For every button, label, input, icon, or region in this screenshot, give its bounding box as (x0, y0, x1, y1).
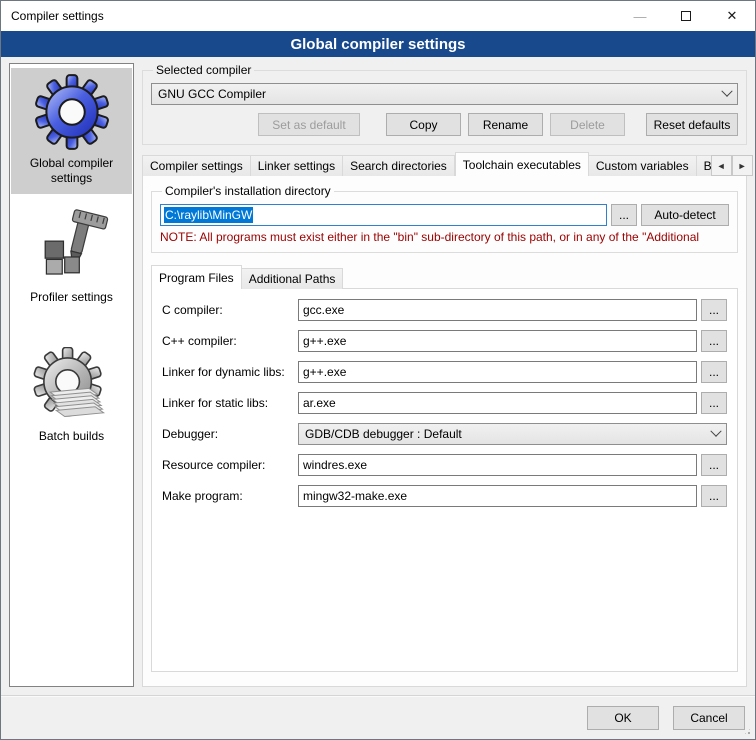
sidebar-item-profiler-settings[interactable]: Profiler settings (11, 202, 132, 313)
dialog-banner: Global compiler settings (1, 31, 755, 57)
cancel-button[interactable]: Cancel (673, 706, 745, 730)
tab-scroll-right-icon[interactable]: ► (732, 155, 753, 176)
tab-toolchain-executables[interactable]: Toolchain executables (455, 152, 589, 176)
selected-compiler-group-label: Selected compiler (153, 63, 254, 77)
installation-directory-input[interactable]: C:\raylib\MinGW (160, 204, 607, 226)
c-compiler-browse-button[interactable]: ... (701, 299, 727, 321)
compiler-settings-dialog: Compiler settings — ✕ Global compiler se… (0, 0, 756, 740)
resource-compiler-row: Resource compiler: ... (162, 454, 727, 476)
tab-scroll-buttons: ◄ ► (711, 155, 753, 176)
debugger-row: Debugger: GDB/CDB debugger : Default (162, 423, 727, 445)
selected-compiler-combobox[interactable]: GNU GCC Compiler (151, 83, 738, 105)
debugger-combobox[interactable]: GDB/CDB debugger : Default (298, 423, 727, 445)
set-as-default-button[interactable]: Set as default (258, 113, 360, 136)
blue-gear-icon (32, 72, 112, 152)
toolchain-executables-page: Compiler's installation directory C:\ray… (142, 175, 747, 687)
bin-subdirectory-note: NOTE: All programs must exist either in … (160, 230, 729, 244)
copy-button[interactable]: Copy (386, 113, 461, 136)
window-title: Compiler settings (1, 9, 617, 23)
tab-compiler-settings[interactable]: Compiler settings (142, 155, 251, 176)
caliper-icon (33, 206, 111, 286)
maximize-icon[interactable] (663, 1, 709, 31)
static-linker-row: Linker for static libs: ... (162, 392, 727, 414)
debugger-label: Debugger: (162, 427, 298, 441)
static-linker-browse-button[interactable]: ... (701, 392, 727, 414)
dialog-footer: OK Cancel (1, 697, 755, 739)
tab-build-options-clipped[interactable]: Builc (697, 155, 711, 176)
selected-compiler-value: GNU GCC Compiler (158, 87, 723, 101)
debugger-value: GDB/CDB debugger : Default (305, 427, 712, 441)
resource-compiler-label: Resource compiler: (162, 458, 298, 472)
sidebar-item-label: Global compiler settings (12, 156, 131, 186)
dynamic-linker-row: Linker for dynamic libs: ... (162, 361, 727, 383)
resource-compiler-browse-button[interactable]: ... (701, 454, 727, 476)
dynamic-linker-input[interactable] (298, 361, 697, 383)
titlebar: Compiler settings — ✕ (1, 1, 755, 31)
sidebar-item-batch-builds[interactable]: Batch builds (11, 343, 132, 452)
c-compiler-row: C compiler: ... (162, 299, 727, 321)
browse-directory-button[interactable]: ... (611, 204, 637, 226)
chevron-down-icon (710, 426, 721, 437)
resource-compiler-input[interactable] (298, 454, 697, 476)
cpp-compiler-browse-button[interactable]: ... (701, 330, 727, 352)
compiler-tabstrip: Compiler settings Linker settings Search… (142, 152, 747, 176)
minimize-icon[interactable]: — (617, 1, 663, 31)
cpp-compiler-input[interactable] (298, 330, 697, 352)
ok-button[interactable]: OK (587, 706, 659, 730)
auto-detect-button[interactable]: Auto-detect (641, 204, 729, 226)
rename-button[interactable]: Rename (468, 113, 543, 136)
c-compiler-input[interactable] (298, 299, 697, 321)
cpp-compiler-label: C++ compiler: (162, 334, 298, 348)
close-icon[interactable]: ✕ (709, 1, 755, 31)
cpp-compiler-row: C++ compiler: ... (162, 330, 727, 352)
sidebar-item-label: Profiler settings (12, 290, 131, 305)
gear-stack-icon (33, 347, 111, 425)
tab-linker-settings[interactable]: Linker settings (251, 155, 343, 176)
tab-custom-variables[interactable]: Custom variables (589, 155, 697, 176)
tab-program-files[interactable]: Program Files (151, 265, 242, 289)
delete-button[interactable]: Delete (550, 113, 625, 136)
make-program-input[interactable] (298, 485, 697, 507)
make-program-label: Make program: (162, 489, 298, 503)
make-program-browse-button[interactable]: ... (701, 485, 727, 507)
program-files-page: C compiler: ... C++ compiler: ... Linker (151, 288, 738, 672)
tab-additional-paths[interactable]: Additional Paths (242, 268, 344, 289)
window-controls: — ✕ (617, 1, 755, 31)
installation-directory-value: C:\raylib\MinGW (164, 207, 253, 223)
tab-search-directories[interactable]: Search directories (343, 155, 455, 176)
dynamic-linker-browse-button[interactable]: ... (701, 361, 727, 383)
toolchain-subtabs: Program Files Additional Paths (151, 265, 738, 289)
installation-directory-group: Compiler's installation directory C:\ray… (151, 184, 738, 253)
dynamic-linker-label: Linker for dynamic libs: (162, 365, 298, 379)
settings-category-list: Global compiler settings (9, 63, 134, 687)
static-linker-label: Linker for static libs: (162, 396, 298, 410)
reset-defaults-button[interactable]: Reset defaults (646, 113, 738, 136)
banner-title: Global compiler settings (290, 36, 465, 53)
make-program-row: Make program: ... (162, 485, 727, 507)
c-compiler-label: C compiler: (162, 303, 298, 317)
static-linker-input[interactable] (298, 392, 697, 414)
sidebar-item-label: Batch builds (12, 429, 131, 444)
tab-scroll-left-icon[interactable]: ◄ (711, 155, 732, 176)
chevron-down-icon (721, 86, 732, 97)
sidebar-item-global-compiler-settings[interactable]: Global compiler settings (11, 68, 132, 194)
installation-directory-group-label: Compiler's installation directory (162, 184, 334, 198)
selected-compiler-group: Selected compiler GNU GCC Compiler Set a… (142, 63, 747, 145)
